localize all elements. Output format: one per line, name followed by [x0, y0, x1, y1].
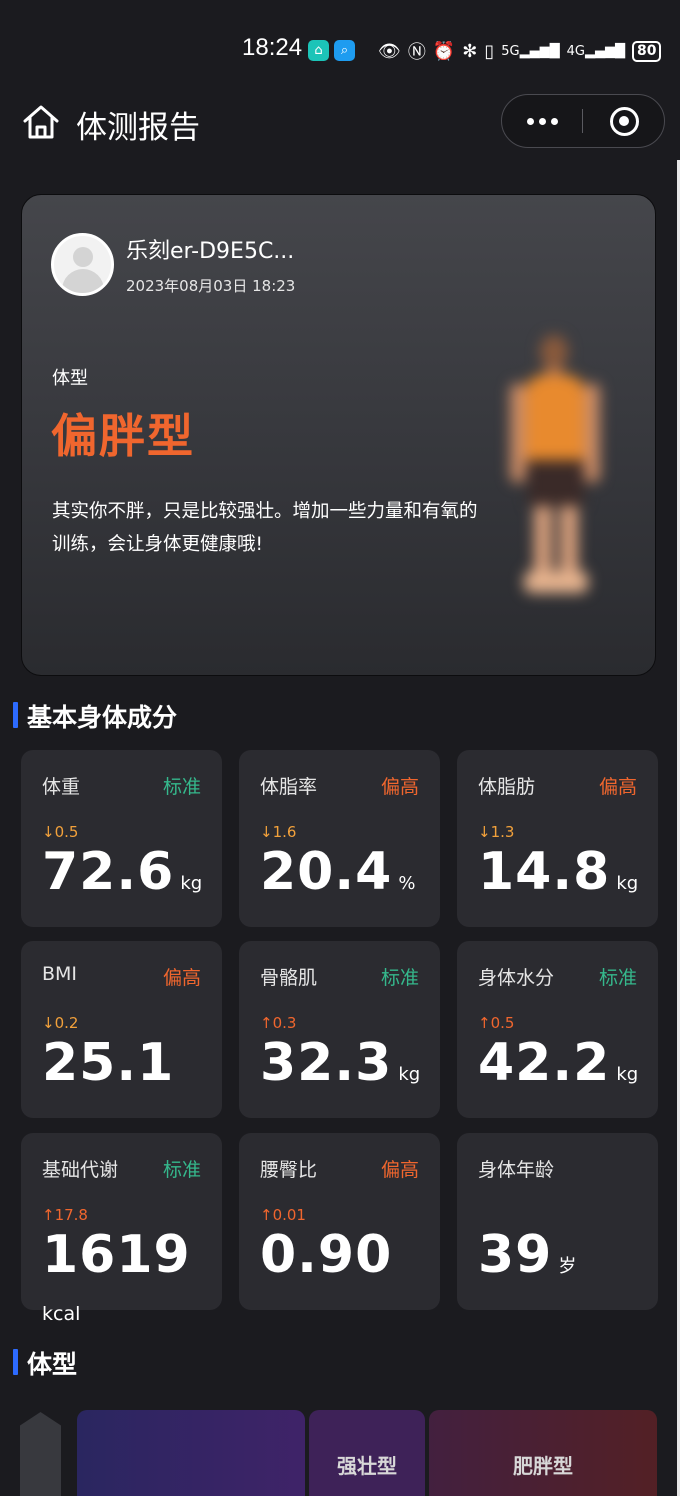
home-app-icon: ⌂ [308, 40, 329, 61]
metric-value: 32.3 [260, 1033, 393, 1093]
metric-value-row: 72.6 kg [42, 842, 202, 902]
metric-value-row: 20.4% [260, 842, 415, 902]
metric-card[interactable]: 体脂率 偏高 ↓1.6 20.4% [239, 750, 440, 927]
metric-card[interactable]: 基础代谢 标准 ↑17.8 1619 kcal [21, 1133, 222, 1325]
metric-name: 体脂率 [260, 776, 318, 798]
header: 体测报告 [0, 92, 680, 154]
metric-unit: kg [616, 873, 639, 894]
section-title-basic: 基本身体成分 [13, 698, 177, 734]
metric-status-badge: 偏高 [162, 967, 201, 989]
metric-change: ↓1.6 [260, 823, 297, 841]
metric-name: 基础代谢 [42, 1159, 119, 1181]
profile-card: 乐刻er-D9E5C... 2023年08月03日 18:23 体型 偏胖型 其… [21, 194, 656, 676]
metric-value-row: 14.8 kg [478, 842, 638, 902]
metric-value-row: 0.90 [260, 1225, 392, 1285]
metric-card[interactable]: 身体年龄 39 岁 [457, 1133, 658, 1310]
metric-unit: kg [180, 873, 203, 894]
close-miniprogram-icon[interactable] [610, 107, 639, 136]
signal-4g-icon: 4G▂▄▆█ [566, 43, 625, 59]
more-dots-icon[interactable] [502, 95, 582, 147]
body-type-label: 体型 [52, 368, 88, 389]
metric-unit: 岁 [558, 1256, 577, 1277]
section-title-body-type: 体型 [13, 1345, 77, 1381]
status-time: 18:24 [242, 34, 303, 61]
report-datetime: 2023年08月03日 18:23 [126, 277, 296, 295]
metric-value-row: 42.2 kg [478, 1033, 638, 1093]
metric-status-badge: 标准 [162, 1159, 201, 1181]
metric-card[interactable]: 体脂肪 偏高 ↓1.3 14.8 kg [457, 750, 658, 927]
metric-card[interactable]: 骨骼肌 标准 ↑0.3 32.3 kg [239, 941, 440, 1118]
metric-unit: % [398, 873, 416, 894]
metric-status-badge: 标准 [162, 776, 201, 798]
body-type-bar-3: 肥胖型 [429, 1410, 657, 1496]
miniprogram-capsule [501, 94, 665, 148]
user-name: 乐刻er-D9E5C... [126, 239, 295, 264]
metric-value-row: 1619 [42, 1225, 191, 1285]
metric-status-badge: 偏高 [598, 776, 637, 798]
metric-name: 身体年龄 [478, 1159, 555, 1181]
body-type-bar-1 [77, 1410, 305, 1496]
metric-name: 体重 [42, 776, 81, 798]
metric-value-row: 32.3 kg [260, 1033, 420, 1093]
home-icon[interactable] [22, 104, 60, 140]
body-type-description: 其实你不胖，只是比较强壮。增加一些力量和有氧的训练，会让身体更健康哦! [52, 501, 478, 555]
body-type-value: 偏胖型 [51, 409, 195, 463]
status-icons: 👁 Ⓝ ⏰ ✻ ▯ 5G▂▄▆█ 4G▂▄▆█ 80 [378, 38, 662, 64]
metric-value-row: 25.1 [42, 1033, 174, 1093]
nfc-icon: Ⓝ [407, 42, 426, 63]
metric-value: 1619 [42, 1225, 191, 1285]
metric-value-row: 39 岁 [478, 1225, 576, 1285]
metric-unit: kcal [42, 1303, 81, 1325]
metric-unit: kg [398, 1064, 421, 1085]
metric-status-badge: 标准 [598, 967, 637, 989]
metric-card[interactable]: 身体水分 标准 ↑0.5 42.2 kg [457, 941, 658, 1118]
metric-change: ↓1.3 [478, 823, 515, 841]
metric-name: 腰臀比 [260, 1159, 318, 1181]
metric-status-badge: 偏高 [380, 776, 419, 798]
metric-name: 体脂肪 [478, 776, 536, 798]
metric-status-badge: 标准 [380, 967, 419, 989]
metric-value: 0.90 [260, 1225, 393, 1285]
metric-card[interactable]: BMI 偏高 ↓0.2 25.1 [21, 941, 222, 1118]
signal-5g-icon: 5G▂▄▆█ [501, 43, 560, 59]
metric-value: 42.2 [478, 1033, 611, 1093]
metric-value: 20.4 [260, 842, 393, 902]
metric-change: ↑0.3 [260, 1014, 297, 1032]
metric-card[interactable]: 体重 标准 ↓0.5 72.6 kg [21, 750, 222, 927]
metric-name: BMI [42, 963, 78, 985]
metric-value: 25.1 [42, 1033, 175, 1093]
alarm-icon: ⏰ [432, 40, 456, 62]
body-type-bar-2: 强壮型 [309, 1410, 425, 1496]
battery-icon: 80 [631, 40, 662, 62]
avatar[interactable] [51, 233, 114, 296]
metric-change: ↑0.01 [260, 1206, 306, 1224]
metric-value: 14.8 [478, 842, 611, 902]
metric-name: 身体水分 [478, 967, 555, 989]
bluetooth-icon: ✻ [462, 40, 478, 62]
body-type-pointer [20, 1412, 61, 1496]
body-type-bar-label: 肥胖型 [513, 1454, 573, 1478]
metric-value: 72.6 [42, 842, 175, 902]
metric-card[interactable]: 腰臀比 偏高 ↑0.01 0.90 [239, 1133, 440, 1310]
capsule-divider [582, 109, 583, 133]
metric-change: ↓0.2 [42, 1014, 79, 1032]
page-title: 体测报告 [76, 110, 200, 146]
eye-icon: 👁 [378, 40, 401, 62]
metric-name: 骨骼肌 [260, 967, 318, 989]
metric-unit: kg [616, 1064, 639, 1085]
vibrate-icon: ▯ [484, 40, 495, 62]
search-app-icon: ⌕ [334, 40, 355, 61]
status-bar: 18:24 ⌂ ⌕ 👁 Ⓝ ⏰ ✻ ▯ 5G▂▄▆█ 4G▂▄▆█ 80 [0, 0, 680, 100]
body-figure-image [500, 325, 610, 625]
metric-status-badge: 偏高 [380, 1159, 419, 1181]
body-type-bar-label: 强壮型 [337, 1454, 397, 1478]
metric-change: ↓0.5 [42, 823, 79, 841]
metric-change: ↑17.8 [42, 1206, 88, 1224]
metric-value: 39 [478, 1225, 553, 1285]
metric-change: ↑0.5 [478, 1014, 515, 1032]
